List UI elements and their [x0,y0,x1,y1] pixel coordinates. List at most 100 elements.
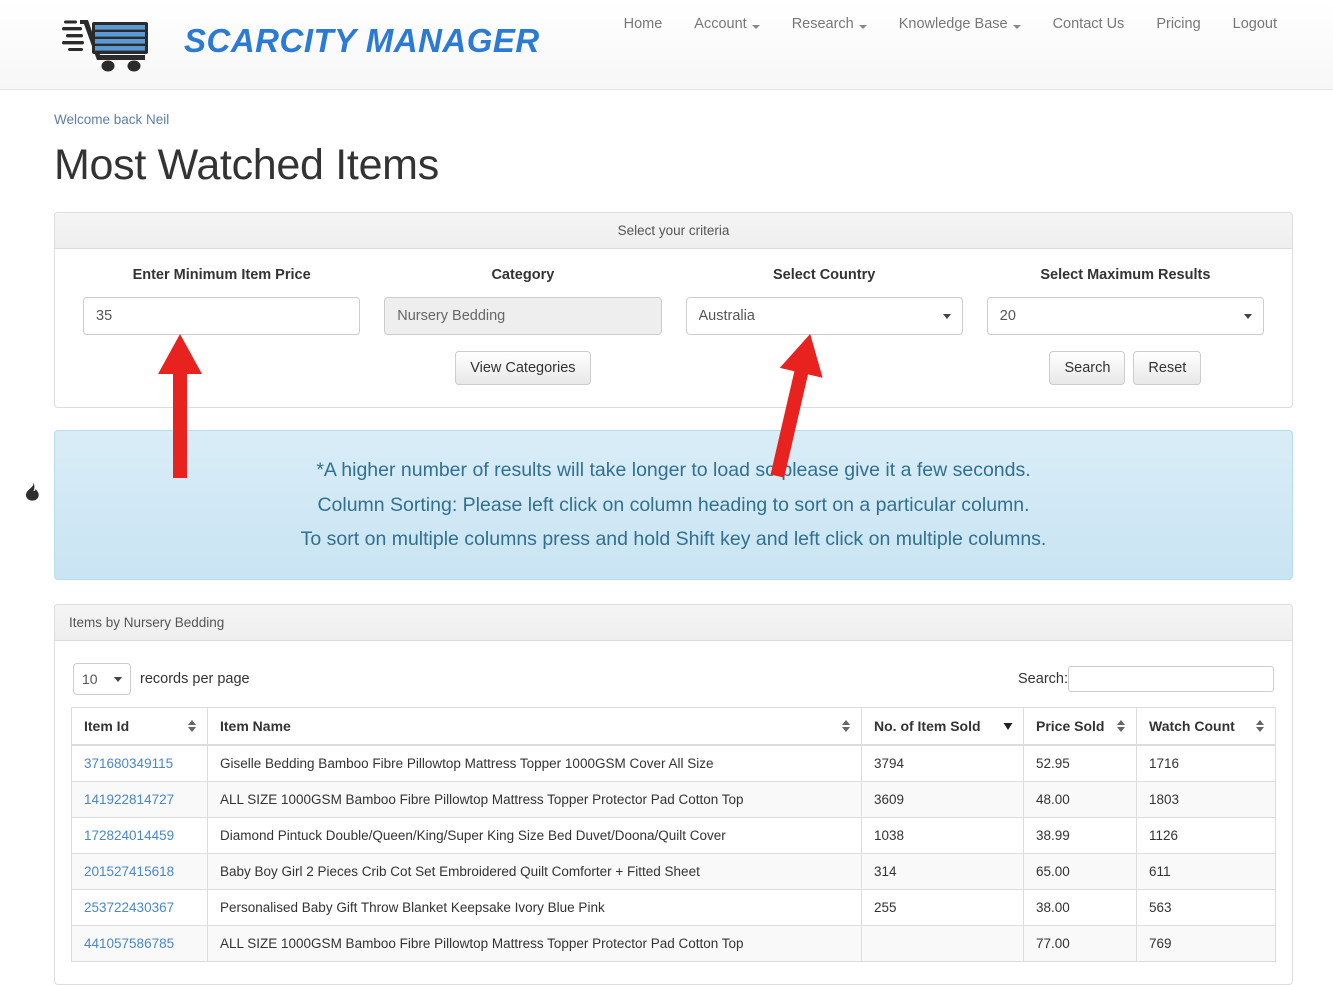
cell-sold: 1038 [861,817,1024,855]
column-header-no-of-item-sold[interactable]: No. of Item Sold [861,707,1024,747]
notice-line-2: Column Sorting: Please left click on col… [317,493,1030,516]
column-header-item-id[interactable]: Item Id [71,707,208,747]
column-label: Item Name [220,718,291,735]
item-id-link[interactable]: 141922814727 [84,792,174,807]
flame-icon[interactable] [18,476,46,506]
country-group: Select Country [674,267,975,385]
page-container: Welcome back Neil Most Watched Items Sel… [0,112,1333,985]
nav-label: Knowledge Base [898,16,1008,32]
cell-price: 52.95 [1023,744,1137,783]
cell-item-id: 441057586785 [71,925,208,963]
cell-price: 65.00 [1023,853,1137,891]
table-search-group: Search: [1018,666,1274,693]
cell-sold: 314 [861,853,1024,891]
welcome-message: Welcome back Neil [54,112,170,127]
info-notice: *A higher number of results will take lo… [54,430,1293,581]
item-id-link[interactable]: 253722430367 [84,900,174,915]
max-results-select[interactable] [986,297,1264,335]
notice-line-1: *A higher number of results will take lo… [316,459,1031,481]
cell-item-name: Baby Boy Girl 2 Pieces Crib Cot Set Embr… [207,853,862,891]
view-categories-button[interactable]: View Categories [455,351,591,385]
results-table-body: 371680349115 Giselle Bedding Bamboo Fibr… [71,744,1276,963]
flame-glyph [25,481,39,501]
min-price-group: Enter Minimum Item Price [71,267,372,385]
results-panel-body: 10 records per page Search: Item Id Item… [55,641,1292,984]
cell-item-name: Diamond Pintuck Double/Queen/King/Super … [207,817,862,855]
cell-item-id: 371680349115 [71,744,208,783]
item-id-link[interactable]: 201527415618 [84,864,174,879]
sort-both-icon [1117,720,1125,733]
notice-line-3: To sort on multiple columns press and ho… [300,528,1047,551]
criteria-panel-heading: Select your criteria [55,213,1292,249]
country-label: Select Country [772,267,876,283]
table-row: 253722430367 Personalised Baby Gift Thro… [71,889,1276,927]
page-length-value: 10 [82,671,98,688]
sort-both-icon [188,720,196,733]
nav-item-account[interactable]: Account [678,6,775,42]
nav-item-home[interactable]: Home [608,6,679,42]
sort-both-icon [1256,720,1264,733]
column-header-watch-count[interactable]: Watch Count [1136,707,1276,747]
column-header-item-name[interactable]: Item Name [207,707,862,747]
cell-sold: 3609 [861,781,1024,819]
category-input [384,297,662,335]
nav-item-logout[interactable]: Logout [1217,6,1293,42]
country-select[interactable] [685,297,963,335]
shopping-cart-icon [62,20,148,72]
category-group: Category View Categories [372,267,673,385]
table-row: 172824014459 Diamond Pintuck Double/Quee… [71,817,1276,855]
table-row: 141922814727 ALL SIZE 1000GSM Bamboo Fib… [71,781,1276,819]
max-results-group: Select Maximum Results Search Reset [975,267,1276,385]
cell-item-name: ALL SIZE 1000GSM Bamboo Fibre Pillowtop … [207,925,862,963]
page-title: Most Watched Items [54,141,439,189]
table-search-label: Search: [1018,671,1068,688]
nav-item-pricing[interactable]: Pricing [1140,6,1216,42]
table-row: 371680349115 Giselle Bedding Bamboo Fibr… [71,744,1276,783]
chevron-down-icon [858,25,867,29]
min-price-input[interactable] [83,297,361,335]
page-length-group: 10 records per page [73,663,250,696]
cell-watch: 1126 [1136,817,1276,855]
table-header-row: Item Id Item Name No. of Item Sold Price… [71,707,1276,747]
nav-label: Research [791,16,854,32]
item-id-link[interactable]: 441057586785 [84,936,174,951]
sort-both-icon [842,720,850,733]
nav-label: Pricing [1156,16,1201,32]
table-search-input[interactable] [1068,666,1274,693]
max-results-label: Select Maximum Results [1040,267,1211,283]
brand-logo-link[interactable]: SCARCITY MANAGER [62,10,540,72]
nav-item-contact-us[interactable]: Contact Us [1037,6,1141,42]
main-navigation: Home Account Research Knowledge Base Con… [608,6,1293,42]
cell-sold [861,925,1024,963]
nav-item-knowledge-base[interactable]: Knowledge Base [883,6,1037,42]
cell-item-name: Giselle Bedding Bamboo Fibre Pillowtop M… [207,744,862,783]
column-label: Price Sold [1036,718,1105,735]
column-label: Watch Count [1149,718,1235,735]
reset-button[interactable]: Reset [1133,351,1202,385]
item-id-link[interactable]: 371680349115 [84,756,173,771]
results-table-head: Item Id Item Name No. of Item Sold Price… [71,707,1276,747]
table-controls: 10 records per page Search: [71,659,1276,707]
cell-item-id: 141922814727 [71,781,208,819]
chevron-down-icon [1012,25,1021,29]
cell-item-id: 201527415618 [71,853,208,891]
cell-watch: 769 [1136,925,1276,963]
cell-item-id: 253722430367 [71,889,208,927]
item-id-link[interactable]: 172824014459 [84,828,174,843]
search-button[interactable]: Search [1049,351,1126,385]
sort-desc-icon [1003,723,1013,731]
nav-item-research[interactable]: Research [776,6,883,42]
nav-label: Contact Us [1052,16,1125,32]
nav-label: Logout [1232,16,1277,32]
page-length-select[interactable]: 10 [73,663,131,696]
column-header-price-sold[interactable]: Price Sold [1023,707,1137,747]
nav-label: Home [623,16,663,32]
cell-price: 38.00 [1023,889,1137,927]
chevron-down-icon [114,677,122,683]
cell-price: 38.99 [1023,817,1137,855]
brand-name: SCARCITY MANAGER [184,22,540,59]
cell-item-id: 172824014459 [71,817,208,855]
cell-price: 48.00 [1023,781,1137,819]
cell-item-name: ALL SIZE 1000GSM Bamboo Fibre Pillowtop … [207,781,862,819]
criteria-panel-body: Enter Minimum Item Price Category View C… [55,249,1292,407]
